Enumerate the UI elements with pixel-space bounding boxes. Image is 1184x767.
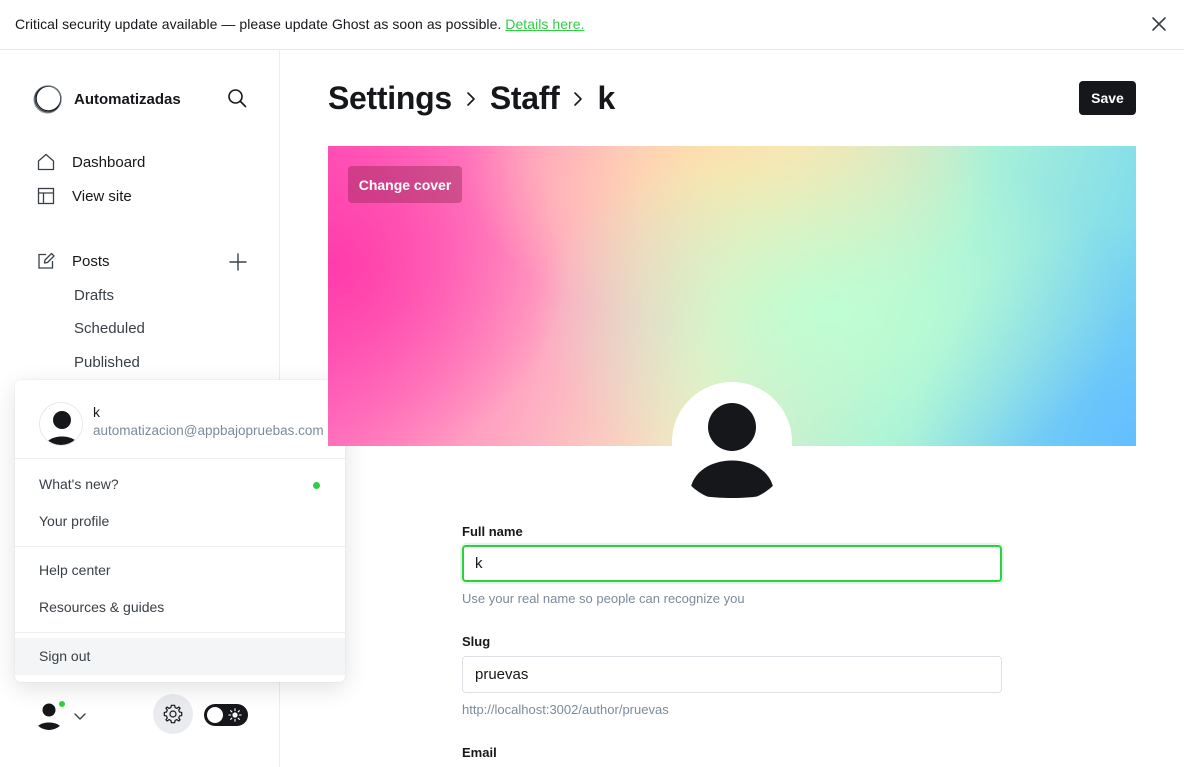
slug-label: Slug	[462, 634, 491, 649]
site-brand[interactable]: Automatizadas	[32, 83, 181, 115]
site-name: Automatizadas	[74, 90, 181, 108]
sidebar-footer	[0, 690, 280, 740]
site-logo-icon	[33, 85, 62, 114]
online-status-dot	[57, 699, 67, 709]
user-avatar-icon	[40, 403, 82, 445]
nav-dashboard[interactable]: Dashboard	[36, 152, 145, 172]
menu-resources-guides[interactable]: Resources & guides	[15, 589, 345, 626]
chevron-right-icon	[467, 91, 475, 106]
menu-whats-new-label: What's new?	[39, 476, 119, 492]
menu-divider	[15, 458, 345, 459]
menu-whats-new[interactable]: What's new?	[15, 466, 345, 503]
new-updates-dot	[313, 482, 320, 489]
chevron-down-icon[interactable]	[72, 708, 88, 724]
nav-drafts[interactable]: Drafts	[74, 287, 114, 304]
nav-scheduled[interactable]: Scheduled	[74, 320, 145, 337]
nav-posts[interactable]: Posts	[36, 251, 110, 271]
change-cover-button[interactable]: Change cover	[348, 166, 462, 203]
new-post-plus-icon[interactable]	[228, 252, 248, 272]
profile-avatar[interactable]	[672, 382, 792, 502]
full-name-hint: Use your real name so people can recogni…	[462, 591, 745, 606]
toggle-knob	[207, 707, 223, 723]
update-banner: Critical security update available — ple…	[0, 0, 1184, 50]
search-icon[interactable]	[226, 87, 248, 109]
menu-divider	[15, 546, 345, 547]
menu-resources-guides-label: Resources & guides	[39, 599, 165, 615]
save-button[interactable]: Save	[1079, 81, 1136, 115]
nav-view-site[interactable]: View site	[36, 186, 132, 206]
nav-published[interactable]: Published	[74, 354, 140, 371]
slug-url-hint: http://localhost:3002/author/pruevas	[462, 702, 669, 717]
layout-icon	[37, 187, 55, 205]
banner-message: Critical security update available — ple…	[15, 16, 585, 32]
gear-icon	[163, 704, 183, 724]
sun-icon	[228, 708, 242, 722]
settings-button[interactable]	[153, 694, 193, 734]
user-menu: k automatizacion@appbajopruebas.com What…	[15, 380, 345, 682]
breadcrumb: Settings Staff k	[328, 80, 615, 117]
menu-user-name: k	[93, 404, 100, 420]
email-label: Email	[462, 745, 497, 760]
edit-icon	[38, 252, 55, 269]
breadcrumb-settings[interactable]: Settings	[328, 80, 452, 117]
menu-user-email: automatizacion@appbajopruebas.com	[93, 423, 324, 438]
breadcrumb-staff[interactable]: Staff	[490, 80, 560, 117]
menu-your-profile-label: Your profile	[39, 513, 110, 529]
menu-help-center-label: Help center	[39, 562, 111, 578]
menu-help-center[interactable]: Help center	[15, 552, 345, 589]
menu-divider	[15, 632, 345, 633]
full-name-input[interactable]	[462, 545, 1002, 582]
details-link[interactable]: Details here.	[505, 16, 584, 32]
avatar	[39, 402, 83, 446]
user-avatar-icon	[672, 382, 792, 502]
dark-mode-toggle[interactable]	[204, 704, 248, 726]
home-icon	[37, 153, 55, 171]
banner-text: Critical security update available — ple…	[15, 16, 502, 32]
nav-view-site-label: View site	[72, 187, 132, 205]
nav-dashboard-label: Dashboard	[72, 153, 146, 171]
page-title: k	[597, 80, 615, 116]
menu-your-profile[interactable]: Your profile	[15, 503, 345, 540]
chevron-right-icon	[574, 91, 583, 106]
menu-sign-out-label: Sign out	[39, 648, 91, 664]
menu-user-info: k automatizacion@appbajopruebas.com	[39, 402, 324, 446]
menu-sign-out[interactable]: Sign out	[15, 638, 345, 675]
slug-input[interactable]	[462, 656, 1002, 693]
close-icon[interactable]	[1149, 14, 1169, 34]
full-name-label: Full name	[462, 524, 523, 539]
nav-posts-label: Posts	[72, 252, 110, 270]
